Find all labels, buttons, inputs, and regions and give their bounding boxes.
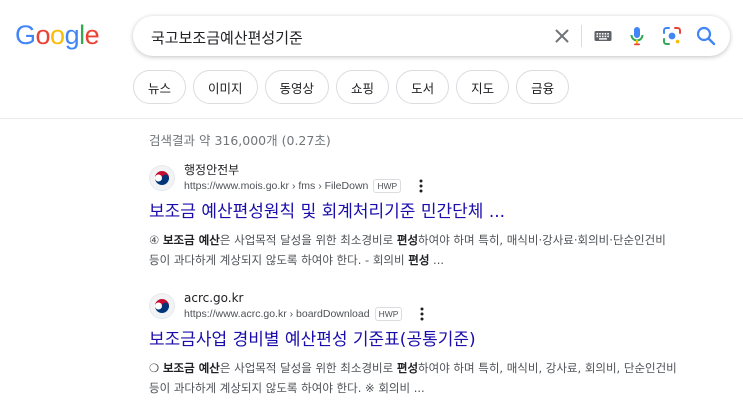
lens-icon (663, 27, 681, 45)
korea-emblem-icon (155, 171, 169, 185)
result-title-link[interactable]: 보조금 예산편성원칙 및 회계처리기준 민간단체 ... (149, 200, 709, 224)
site-meta: 행정안전부 https://www.mois.go.kr › fms › Fil… (184, 162, 427, 194)
korea-emblem-icon (155, 299, 169, 313)
keyboard-button[interactable] (592, 25, 614, 47)
snippet-text: ... (429, 253, 445, 267)
result-snippet: ❍ 보조금 예산은 사업목적 달성을 위한 최소경비로 편성하여야 하며 특히,… (149, 358, 709, 398)
logo-letter: G (15, 20, 36, 50)
search-divider (581, 25, 582, 47)
chip-images[interactable]: 이미지 (193, 70, 258, 104)
lens-search-button[interactable] (660, 24, 684, 48)
snippet-line: 등이 과다하게 계상되지 않도록 하여야 한다. - 회의비 편성 ... (149, 250, 709, 270)
logo-letter: o (50, 20, 65, 50)
mic-icon (630, 27, 644, 46)
search-button[interactable] (694, 24, 718, 48)
filetype-badge: HWP (373, 179, 402, 193)
snippet-text: ④ (149, 233, 163, 247)
snippet-highlight: 편성 (396, 233, 419, 247)
result-title-link[interactable]: 보조금사업 경비별 예산편성 기준표(공통기준) (149, 328, 709, 352)
snippet-text: 하여야 하며 특히, 매식비, 강사료, 회의비, 단순인건비 (418, 361, 677, 375)
site-url: https://www.acrc.go.kr › boardDownload (184, 308, 370, 320)
google-logo[interactable]: Google (15, 20, 100, 50)
site-favicon (149, 165, 175, 191)
voice-search-button[interactable] (625, 24, 649, 48)
result-source[interactable]: acrc.go.kr https://www.acrc.go.kr › boar… (149, 288, 709, 324)
clear-button[interactable] (550, 24, 574, 48)
snippet-line: ❍ 보조금 예산은 사업목적 달성을 위한 최소경비로 편성하여야 하며 특히,… (149, 358, 709, 378)
chip-news[interactable]: 뉴스 (133, 70, 187, 104)
more-vert-icon (420, 307, 424, 321)
snippet-text: 은 사업목적 달성을 위한 최소경비로 (219, 361, 397, 375)
chip-finance[interactable]: 금융 (516, 70, 570, 104)
search-result: 행정안전부 https://www.mois.go.kr › fms › Fil… (149, 160, 709, 270)
snippet-text: 등이 과다하게 계상되지 않도록 하여야 한다. - 회의비 (149, 253, 409, 267)
filetype-badge: HWP (374, 307, 403, 321)
search-input[interactable]: 국고보조금예산편성기준 (151, 27, 303, 48)
keyboard-icon (594, 31, 612, 41)
site-url-row: https://www.acrc.go.kr › boardDownload H… (184, 306, 428, 322)
snippet-highlight: 편성 (408, 253, 430, 267)
site-url: https://www.mois.go.kr › fms › FileDown (184, 180, 369, 192)
logo-letter: e (84, 20, 100, 50)
result-menu-button[interactable] (415, 178, 427, 194)
result-stats: 검색결과 약 316,000개 (0.27초) (149, 133, 331, 148)
snippet-highlight: 보조금 예산 (162, 233, 220, 247)
snippet-highlight: 보조금 예산 (162, 361, 220, 375)
site-url-row: https://www.mois.go.kr › fms › FileDown … (184, 178, 427, 194)
chip-maps[interactable]: 지도 (456, 70, 510, 104)
result-source[interactable]: 행정안전부 https://www.mois.go.kr › fms › Fil… (149, 160, 709, 196)
snippet-text: 등이 과다하게 계상되지 않도록 하여야 한다. ※ 회의비 ... (149, 381, 425, 395)
chip-shopping[interactable]: 쇼핑 (336, 70, 390, 104)
search-box[interactable]: 국고보조금예산편성기준 (133, 16, 730, 56)
chip-books[interactable]: 도서 (396, 70, 450, 104)
clear-icon (555, 29, 569, 43)
search-filter-chips: 뉴스 이미지 동영상 쇼핑 도서 지도 금융 (133, 70, 570, 104)
snippet-text: 하여야 하며 특히, 매식비·강사료·회의비·단순인건비 (418, 233, 666, 247)
site-name: 행정안전부 (184, 163, 240, 177)
result-menu-button[interactable] (416, 306, 428, 322)
snippet-text: 은 사업목적 달성을 위한 최소경비로 (219, 233, 397, 247)
header-divider (0, 118, 743, 119)
snippet-line: ④ 보조금 예산은 사업목적 달성을 위한 최소경비로 편성하여야 하며 특히,… (149, 230, 709, 250)
logo-letter: o (35, 20, 51, 50)
site-name: acrc.go.kr (184, 291, 244, 305)
snippet-highlight: 편성 (396, 361, 419, 375)
logo-letter: g (64, 20, 80, 50)
site-meta: acrc.go.kr https://www.acrc.go.kr › boar… (184, 290, 428, 322)
snippet-line: 등이 과다하게 계상되지 않도록 하여야 한다. ※ 회의비 ... (149, 378, 709, 398)
search-result: acrc.go.kr https://www.acrc.go.kr › boar… (149, 288, 709, 398)
snippet-text: ❍ (149, 361, 163, 375)
chip-videos[interactable]: 동영상 (264, 70, 330, 104)
result-snippet: ④ 보조금 예산은 사업목적 달성을 위한 최소경비로 편성하여야 하며 특히,… (149, 230, 709, 270)
site-favicon (149, 293, 175, 319)
search-icon (696, 26, 716, 46)
more-vert-icon (419, 179, 423, 193)
